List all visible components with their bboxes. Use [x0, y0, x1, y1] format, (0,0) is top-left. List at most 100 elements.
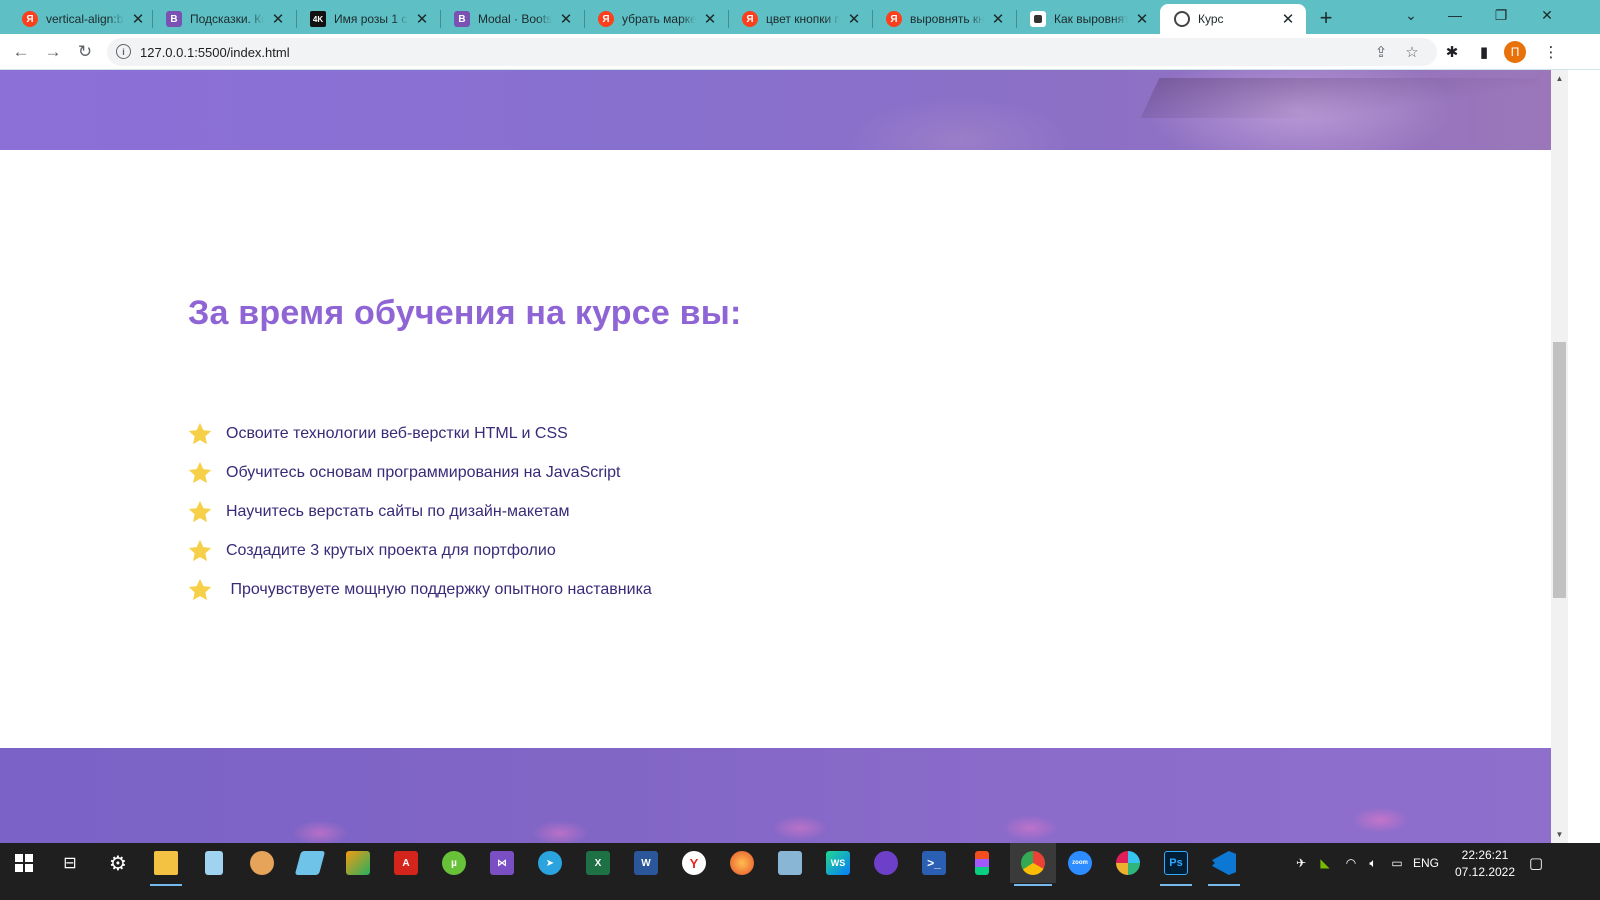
back-button[interactable]: ← [8, 39, 34, 65]
taskbar-app-files[interactable] [290, 843, 330, 883]
tab-title: vertical-align:bo [46, 12, 124, 26]
tab-kak-vyrovnyat[interactable]: Как выровнять ✕ [1016, 4, 1160, 34]
4k-icon: 4K [310, 11, 326, 27]
tab-ubrat-marker[interactable]: Я убрать маркер ✕ [584, 4, 728, 34]
footer-banner-image [0, 748, 1551, 843]
zoom-icon: zoom [1068, 851, 1092, 875]
language-indicator[interactable]: ENG [1410, 843, 1442, 883]
close-icon[interactable]: ✕ [846, 11, 862, 28]
paint-3d-icon [346, 851, 370, 875]
tab-search-chevron-icon[interactable]: ⌄ [1388, 0, 1434, 30]
taskbar-app-visual-studio[interactable]: ⋈ [482, 843, 522, 883]
nvidia-icon[interactable]: ◣ [1314, 843, 1336, 883]
taskbar-app-chrome[interactable] [1010, 843, 1056, 886]
bootstrap-icon: B [166, 11, 182, 27]
taskbar-app-utorrent[interactable]: µ [434, 843, 474, 883]
site-info-icon[interactable]: i [116, 44, 131, 59]
photoshop-icon: Ps [1164, 851, 1188, 875]
taskbar-app-figma[interactable] [962, 843, 1002, 883]
task-view-icon: ⊟ [63, 855, 77, 872]
taskbar-app-notepad[interactable] [194, 843, 234, 883]
taskbar-app-yandex[interactable]: Y [674, 843, 714, 883]
taskbar-app-paint3d[interactable] [338, 843, 378, 883]
figma-icon [975, 851, 989, 875]
star-icon [188, 578, 212, 600]
taskbar-app-photoshop[interactable]: Ps [1156, 843, 1196, 886]
powershell-icon: >_ [922, 851, 946, 875]
minimize-button[interactable]: — [1432, 0, 1478, 30]
taskbar-app-word[interactable]: W [626, 843, 666, 883]
battery-icon[interactable]: ▭ [1386, 843, 1408, 883]
volume-icon[interactable]: 🔈︎ [1362, 843, 1384, 883]
vertical-scrollbar[interactable]: ▲ ▼ [1551, 70, 1568, 843]
taskbar-app-paint[interactable] [242, 843, 282, 883]
forward-button[interactable]: → [40, 39, 66, 65]
firefox-icon [730, 851, 754, 875]
clock-date: 07.12.2022 [1454, 865, 1516, 879]
tab-vertical-align[interactable]: Я vertical-align:bo ✕ [8, 4, 156, 34]
taskbar-app-zoom[interactable]: zoom [1060, 843, 1100, 883]
feature-text: Создадите 3 крутых проекта для портфолио [226, 541, 556, 559]
slack-icon [1116, 851, 1140, 875]
address-bar[interactable]: i 127.0.0.1:5500/index.html ⇪ ☆ [107, 38, 1437, 66]
tab-podskazki[interactable]: B Подсказки. Ком ✕ [152, 4, 296, 34]
taskbar-app-settings[interactable]: ⚙ [98, 843, 138, 883]
close-icon[interactable]: ✕ [558, 11, 574, 28]
bootstrap-icon: B [454, 11, 470, 27]
share-icon[interactable]: ⇪ [1372, 43, 1390, 61]
tab-imya-rozy[interactable]: 4K Имя розы 1 сез ✕ [296, 4, 440, 34]
close-icon[interactable]: ✕ [130, 11, 146, 28]
scroll-down-arrow-icon[interactable]: ▼ [1551, 826, 1568, 843]
taskbar-app-acrobat[interactable]: A [386, 843, 426, 883]
url-text[interactable]: 127.0.0.1:5500/index.html [140, 45, 290, 60]
taskbar-app-github[interactable] [866, 843, 906, 883]
taskbar-app-firefox[interactable] [722, 843, 762, 883]
utorrent-icon: µ [442, 851, 466, 875]
browser-tabstrip: Я vertical-align:bo ✕ B Подсказки. Ком ✕… [0, 0, 1600, 34]
taskbar-app-telegram[interactable]: ➤ [530, 843, 570, 883]
close-icon[interactable]: ✕ [1134, 11, 1150, 28]
bookmark-star-icon[interactable]: ☆ [1403, 43, 1421, 61]
wifi-icon[interactable]: ◠ [1340, 843, 1362, 883]
feature-text: Обучитесь основам программирования на Ja… [226, 463, 621, 481]
extensions-icon[interactable]: ✱ [1441, 41, 1463, 63]
menu-kebab-icon[interactable]: ⋮ [1540, 41, 1562, 63]
windows-taskbar: ⊟ ⚙ A µ ⋈ ➤ X W Y WS >_ zoom Ps ✈ ◣ ◠ 🔈︎… [0, 843, 1600, 900]
side-panel-icon[interactable]: ▮ [1473, 41, 1495, 63]
taskbar-app-webstorm[interactable]: WS [818, 843, 858, 883]
yandex-icon: Я [886, 11, 902, 27]
close-icon[interactable]: ✕ [414, 11, 430, 28]
list-item: Обучитесь основам программирования на Ja… [186, 453, 652, 492]
taskbar-app-powershell[interactable]: >_ [914, 843, 954, 883]
close-icon[interactable]: ✕ [1280, 11, 1296, 28]
start-button[interactable] [2, 843, 46, 883]
star-icon [188, 500, 212, 522]
taskbar-app-remote-desktop[interactable] [770, 843, 810, 883]
tab-title: убрать маркер [622, 12, 696, 26]
task-view-button[interactable]: ⊟ [48, 843, 92, 883]
close-icon[interactable]: ✕ [990, 11, 1006, 28]
star-icon [188, 422, 212, 444]
taskbar-app-vscode[interactable] [1204, 843, 1244, 886]
tab-vyrovnyat-kno[interactable]: Я выровнять кно ✕ [872, 4, 1016, 34]
notifications-icon[interactable]: ▢ [1524, 843, 1548, 883]
profile-avatar[interactable]: П [1504, 41, 1526, 63]
restore-button[interactable]: ❐ [1478, 0, 1524, 30]
taskbar-clock[interactable]: 22:26:21 07.12.2022 [1450, 847, 1520, 881]
new-tab-button[interactable]: + [1314, 5, 1338, 30]
close-icon[interactable]: ✕ [702, 11, 718, 28]
scrollbar-thumb[interactable] [1553, 342, 1566, 598]
tab-tsvet-knopki[interactable]: Я цвет кнопки пр ✕ [728, 4, 872, 34]
scroll-up-arrow-icon[interactable]: ▲ [1551, 70, 1568, 87]
taskbar-app-excel[interactable]: X [578, 843, 618, 883]
excel-icon: X [586, 851, 610, 875]
tab-modal-bootstrap[interactable]: B Modal · Bootstra ✕ [440, 4, 584, 34]
tab-kurs[interactable]: Курс ✕ [1160, 4, 1306, 34]
window-close-button[interactable]: ✕ [1524, 0, 1570, 30]
taskbar-app-explorer[interactable] [146, 843, 186, 886]
star-icon [188, 461, 212, 483]
reload-button[interactable]: ↻ [72, 39, 98, 65]
close-icon[interactable]: ✕ [270, 11, 286, 28]
network-off-icon[interactable]: ✈ [1290, 843, 1312, 883]
taskbar-app-slack[interactable] [1108, 843, 1148, 883]
